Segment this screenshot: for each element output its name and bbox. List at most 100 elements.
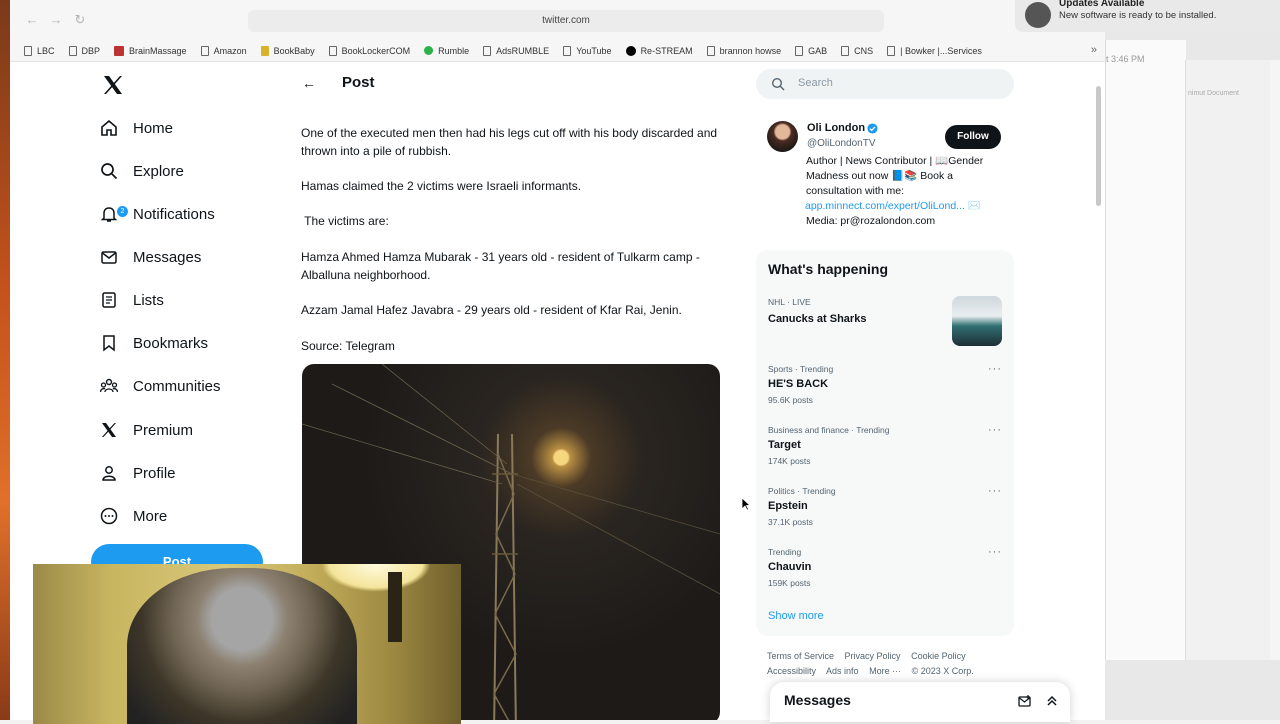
bookmark-item[interactable]: BrainMassage	[114, 45, 187, 56]
trend-count: 159K posts	[768, 578, 811, 588]
search-input[interactable]: Search	[756, 69, 1014, 99]
trend-more-icon[interactable]: ···	[988, 424, 1002, 436]
trend-meta: NHL · LIVE	[768, 297, 811, 307]
bookmark-item[interactable]: Rumble	[424, 46, 469, 56]
sidebar-item-more[interactable]: More	[100, 501, 167, 531]
background-window-scrollbar[interactable]	[1270, 60, 1280, 660]
back-arrow-icon[interactable]: ←	[302, 75, 316, 91]
sidebar-item-label: Communities	[133, 377, 221, 395]
lamp-pole-graphic	[388, 572, 402, 642]
sidebar-item-premium[interactable]: Premium	[100, 415, 193, 445]
footer-link[interactable]: Terms of Service	[767, 651, 834, 661]
sidebar-item-label: Home	[133, 119, 174, 137]
follow-button[interactable]: Follow	[945, 125, 1001, 149]
sidebar-item-label: Lists	[133, 291, 164, 309]
more-circle-icon	[100, 507, 118, 525]
page-icon	[841, 45, 850, 56]
sidebar-item-notifications[interactable]: 2 Notifications	[100, 199, 215, 229]
bookmark-item[interactable]: Amazon	[200, 45, 247, 56]
show-more-link[interactable]: Show more	[768, 610, 824, 622]
sidebar-item-home[interactable]: Home	[100, 113, 173, 143]
footer-link[interactable]: Privacy Policy	[845, 651, 901, 661]
search-icon	[101, 163, 118, 180]
system-notification[interactable]: Updates Available New software is ready …	[1015, 0, 1280, 32]
back-nav-icon[interactable]: ←	[24, 12, 40, 28]
mouse-cursor-icon	[741, 497, 751, 511]
tweet-paragraph: One of the executed men then had his leg…	[301, 126, 718, 158]
trend-meta: Sports · Trending	[768, 364, 834, 374]
presenter-video	[127, 568, 357, 724]
sidebar-item-label: Bookmarks	[133, 334, 209, 352]
sidebar-item-label: Premium	[133, 421, 194, 439]
sidebar-item-profile[interactable]: Profile	[100, 458, 176, 488]
trend-thumbnail-image[interactable]	[952, 296, 1002, 346]
page-scrollbar[interactable]	[1096, 86, 1101, 206]
page-title: Post	[342, 74, 375, 91]
page-icon	[200, 45, 209, 56]
bookmark-item[interactable]: CNS	[841, 45, 873, 56]
sidebar-item-communities[interactable]: Communities	[100, 371, 221, 401]
sidebar-item-messages[interactable]: Messages	[100, 242, 201, 272]
messages-drawer[interactable]: Messages	[770, 682, 1070, 722]
trend-more-icon[interactable]: ···	[988, 485, 1002, 497]
trend-name[interactable]: Chauvin	[768, 561, 811, 573]
reload-icon[interactable]: ↻	[72, 12, 88, 28]
footer-link[interactable]: Ads info	[826, 666, 859, 676]
new-message-icon[interactable]	[1018, 694, 1032, 708]
profile-bio-line: Media: pr@rozalondon.com	[806, 215, 936, 227]
trend-count: 174K posts	[768, 456, 811, 466]
notification-title: Updates Available	[1059, 0, 1145, 9]
bookmark-item[interactable]: BookLockerCOM	[328, 45, 410, 56]
bookmark-item[interactable]: DBP	[68, 45, 100, 56]
profile-bio-line: Author | News Contributor | 📖Gender	[806, 155, 984, 167]
profile-bio-link[interactable]: app.minnect.com/expert/OliLond... ✉️	[805, 199, 1005, 214]
bookmark-item[interactable]: BookBaby	[260, 45, 315, 56]
sidebar-item-label: Messages	[133, 248, 202, 266]
bookmark-item[interactable]: YouTube	[563, 45, 612, 56]
trend-name[interactable]: Canucks at Sharks	[768, 313, 866, 325]
bookmark-item[interactable]: Re-STREAM	[625, 45, 693, 56]
sidebar-item-explore[interactable]: Explore	[100, 156, 184, 186]
expand-up-icon[interactable]	[1045, 694, 1059, 708]
background-window[interactable]	[1185, 60, 1271, 660]
trend-name[interactable]: Target	[768, 439, 801, 451]
avatar[interactable]	[767, 121, 798, 152]
sidebar-item-bookmarks[interactable]: Bookmarks	[100, 328, 208, 358]
trend-name[interactable]: Epstein	[768, 500, 808, 512]
sidebar-item-label: Notifications	[133, 205, 215, 223]
footer-links-row: Terms of Service Privacy Policy Cookie P…	[767, 651, 974, 661]
trend-more-icon[interactable]: ···	[988, 546, 1002, 558]
footer-link[interactable]: More ···	[869, 666, 901, 676]
bell-icon	[100, 207, 118, 222]
profile-handle[interactable]: @OliLondonTV	[807, 138, 876, 149]
favicon-icon	[114, 45, 125, 56]
bookmark-item[interactable]: GAB	[795, 45, 827, 56]
footer-link[interactable]: Cookie Policy	[911, 651, 966, 661]
trend-meta: Business and finance · Trending	[768, 425, 890, 435]
trend-name[interactable]: HE'S BACK	[768, 378, 828, 390]
trend-meta: Trending	[768, 547, 802, 557]
bookmark-item[interactable]: LBC	[24, 45, 55, 56]
page-icon	[328, 45, 337, 56]
url-bar[interactable]: twitter.com	[248, 10, 884, 32]
trend-more-icon[interactable]: ···	[988, 363, 1002, 375]
bookmarks-bar: LBC DBP BrainMassage Amazon BookBaby Boo…	[10, 40, 1105, 62]
footer-links-row: Accessibility Ads info More ··· © 2023 X…	[767, 666, 982, 676]
notification-badge: 2	[117, 206, 128, 217]
copyright-text: © 2023 X Corp.	[911, 666, 974, 676]
sidebar-item-lists[interactable]: Lists	[100, 285, 164, 315]
bookmarks-more-chevron-icon[interactable]: »	[1091, 44, 1097, 56]
bookmark-item[interactable]: AdsRUMBLE	[483, 45, 549, 56]
bookmark-item[interactable]: brannon howse	[706, 45, 781, 56]
verified-badge-icon	[867, 123, 878, 134]
search-placeholder: Search	[798, 77, 833, 89]
forward-nav-icon[interactable]: →	[48, 12, 64, 28]
messages-drawer-title: Messages	[784, 692, 851, 708]
background-window[interactable]	[1105, 40, 1186, 660]
bookmark-item[interactable]: | Bowker |...Services	[887, 45, 982, 56]
x-logo-icon[interactable]	[101, 73, 125, 97]
search-icon	[771, 77, 785, 91]
profile-name[interactable]: Oli London	[807, 122, 865, 134]
page-icon	[24, 45, 32, 56]
footer-link[interactable]: Accessibility	[767, 666, 816, 676]
